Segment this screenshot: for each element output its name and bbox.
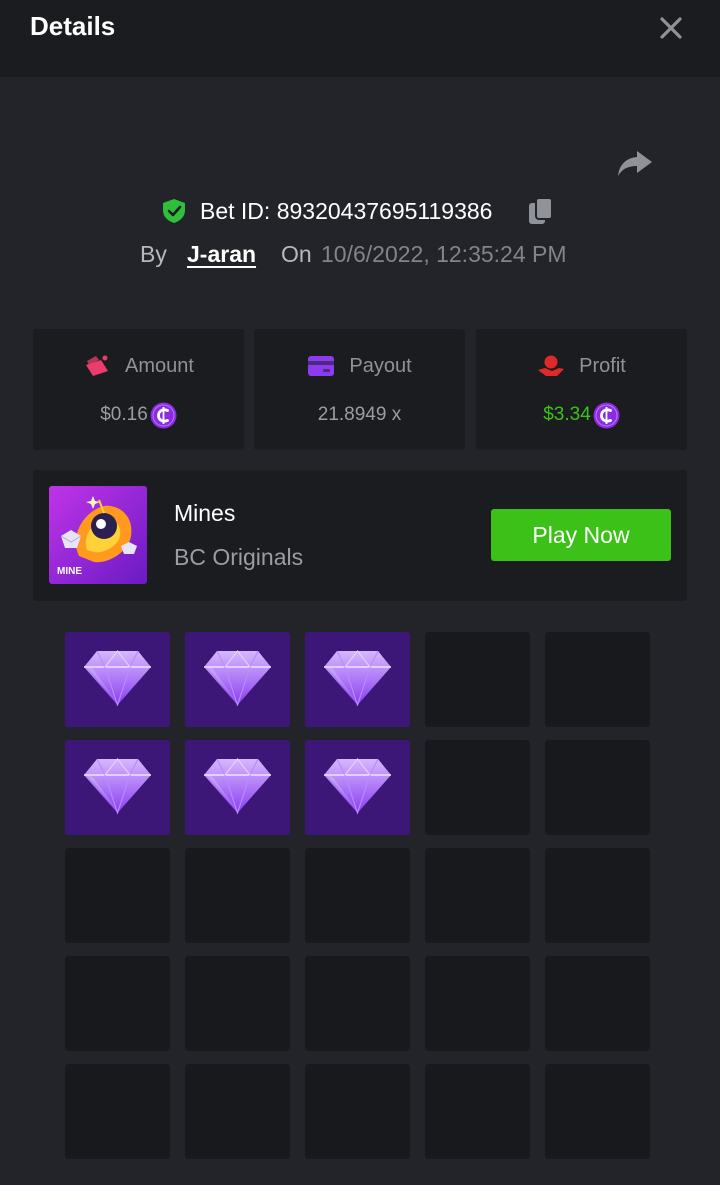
details-header: Details	[0, 0, 720, 77]
mine-game-art: MINE	[49, 486, 147, 584]
board-cell-gem	[65, 740, 170, 835]
board-cell-empty	[185, 956, 290, 1051]
board-cell-empty	[305, 1064, 410, 1159]
amount-card: Amount $0.16	[33, 329, 244, 450]
play-now-button[interactable]: Play Now	[491, 509, 671, 561]
board-cell-empty	[425, 848, 530, 943]
payout-card-icon	[308, 356, 335, 376]
board-cell-empty	[425, 956, 530, 1051]
verified-shield-icon	[163, 199, 185, 223]
board-cell-empty	[545, 956, 650, 1051]
board-cell-empty	[185, 848, 290, 943]
board-cell-empty	[545, 1064, 650, 1159]
by-label: By	[140, 241, 167, 267]
gem-icon	[324, 758, 391, 814]
on-label: On	[281, 241, 312, 267]
board-cell-gem	[185, 740, 290, 835]
gem-icon	[204, 650, 271, 706]
game-name: Mines	[174, 500, 236, 526]
board-cell-empty	[425, 632, 530, 727]
coin-icon	[150, 402, 177, 428]
board-cell-empty	[65, 1064, 170, 1159]
gem-icon	[204, 758, 271, 814]
profit-hand-icon	[538, 355, 565, 376]
board-cell-empty	[545, 740, 650, 835]
board-cell-empty	[545, 632, 650, 727]
bet-id: Bet ID: 89320437695119386	[200, 198, 493, 224]
username-link[interactable]: J-aran	[187, 241, 256, 268]
copy-icon[interactable]	[527, 196, 555, 226]
thumb-label: MINE	[57, 566, 82, 577]
gem-icon	[324, 650, 391, 706]
board-cell-empty	[425, 1064, 530, 1159]
board-cell-gem	[305, 740, 410, 835]
bet-meta-row: By J-aran On 10/6/2022, 12:35:24 PM	[0, 238, 720, 274]
amount-label: Amount	[125, 354, 194, 377]
board-cell-gem	[305, 632, 410, 727]
board-cell-empty	[545, 848, 650, 943]
amount-icon	[86, 355, 109, 376]
page-title: Details	[30, 11, 116, 41]
bet-date: 10/6/2022, 12:35:24 PM	[321, 241, 567, 267]
game-thumbnail[interactable]: MINE	[49, 486, 147, 584]
payout-label: Payout	[349, 354, 412, 377]
game-provider: BC Originals	[174, 544, 304, 570]
profit-label: Profit	[579, 354, 626, 377]
payout-value: 21.8949 x	[317, 404, 402, 425]
amount-value: $0.16	[100, 404, 148, 425]
mines-board	[65, 632, 650, 1160]
gem-icon	[84, 650, 151, 706]
board-cell-empty	[65, 956, 170, 1051]
coin-icon	[593, 402, 620, 428]
board-cell-gem	[185, 632, 290, 727]
payout-card: Payout 21.8949 x	[254, 329, 465, 450]
close-icon[interactable]	[655, 12, 687, 44]
profit-card: Profit $3.34	[476, 329, 687, 450]
board-cell-empty	[65, 848, 170, 943]
bet-id-row: Bet ID: 89320437695119386	[0, 193, 720, 229]
game-card: MINE Mines BC Originals Play Now	[33, 470, 687, 601]
gem-icon	[84, 758, 151, 814]
board-cell-empty	[425, 740, 530, 835]
board-cell-empty	[305, 956, 410, 1051]
profit-value: $3.34	[543, 404, 591, 425]
board-cell-empty	[305, 848, 410, 943]
board-cell-empty	[185, 1064, 290, 1159]
share-icon[interactable]	[615, 143, 655, 183]
board-cell-gem	[65, 632, 170, 727]
